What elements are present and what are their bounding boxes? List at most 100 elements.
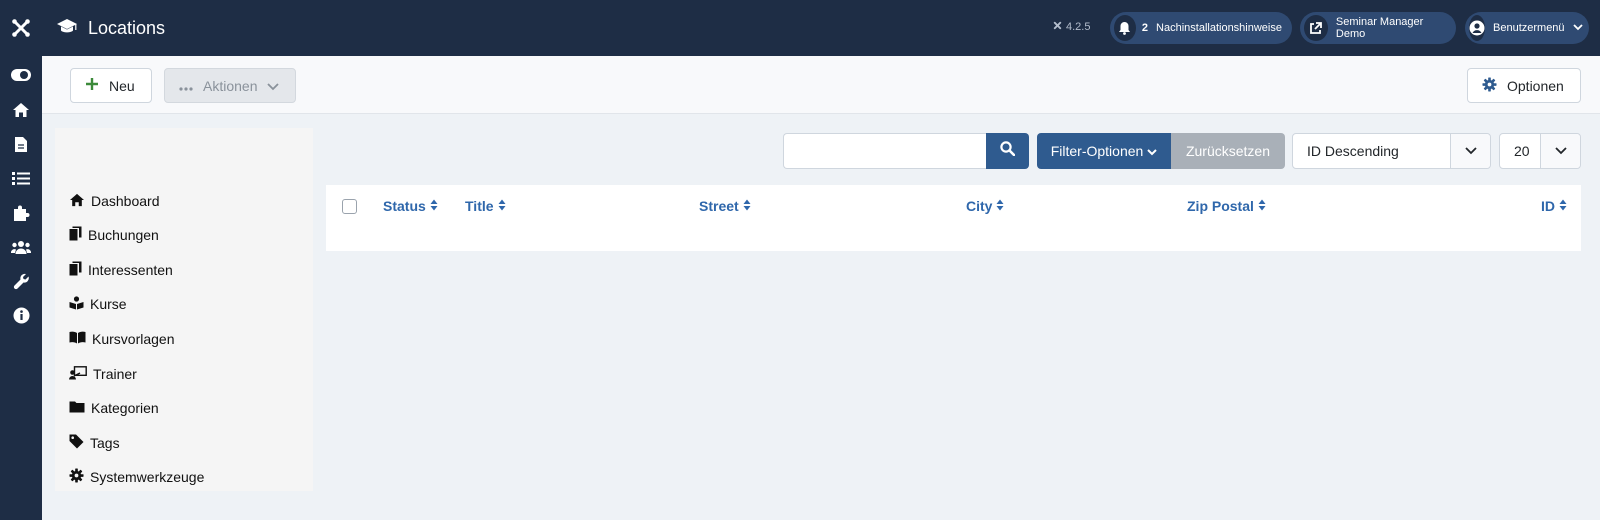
user-menu-label: Benutzermenü — [1493, 22, 1565, 34]
sidebar-item-label: Dashboard — [91, 193, 160, 209]
sort-icon — [430, 198, 438, 214]
search-icon — [1000, 141, 1016, 161]
page-title: Locations — [88, 17, 166, 38]
component-sidebar: Dashboard Buchungen Interessenten Kurse … — [55, 128, 313, 491]
info-icon[interactable] — [0, 298, 42, 332]
sidebar-item-label: Systemwerkzeuge — [90, 469, 205, 485]
home-icon — [69, 193, 85, 210]
sidebar-item-interessenten[interactable]: Interessenten — [69, 258, 173, 282]
column-header-label: ID — [1541, 198, 1555, 214]
bell-icon — [1114, 15, 1136, 41]
select-all-checkbox[interactable] — [342, 199, 357, 214]
chalkboard-teacher-icon — [69, 365, 87, 383]
sidebar-item-label: Buchungen — [88, 227, 159, 243]
sidebar-item-buchungen[interactable]: Buchungen — [69, 223, 159, 247]
external-link-icon — [1304, 15, 1328, 41]
actions-label: Aktionen — [203, 77, 258, 94]
sidebar-item-label: Interessenten — [88, 262, 173, 278]
chevron-down-icon — [1572, 22, 1583, 34]
sidebar-item-label: Kurse — [90, 296, 127, 312]
sidebar-item-label: Kursvorlagen — [92, 331, 175, 347]
chevron-down-icon — [267, 78, 280, 94]
folder-icon — [69, 400, 85, 416]
locations-table: Status Title Street City Zip Postal ID — [326, 185, 1581, 251]
limit-value: 20 — [1514, 143, 1530, 159]
sidebar-item-tags[interactable]: Tags — [69, 431, 120, 455]
wrench-icon[interactable] — [0, 264, 42, 298]
joomla-small-icon — [1052, 20, 1063, 34]
puzzle-icon[interactable] — [0, 196, 42, 230]
column-header-label: Zip Postal — [1187, 198, 1254, 214]
left-rail — [0, 0, 42, 520]
book-open-icon — [69, 331, 86, 347]
list-icon[interactable] — [0, 161, 42, 195]
post-install-label: Nachinstallationshinweise — [1156, 22, 1282, 34]
sidebar-item-kursvorlagen[interactable]: Kursvorlagen — [69, 327, 175, 351]
actions-button[interactable]: Aktionen — [164, 68, 296, 103]
top-header: Locations 4.2.5 2 Nachinstallationshinwe… — [42, 0, 1600, 56]
plus-icon — [85, 77, 99, 94]
sidebar-item-label: Kategorien — [91, 400, 159, 416]
sort-icon — [1559, 198, 1567, 214]
chevron-down-icon — [1450, 134, 1490, 168]
ellipsis-icon — [179, 78, 193, 94]
column-header-zip-postal[interactable]: Zip Postal — [1187, 198, 1266, 214]
options-label: Optionen — [1507, 77, 1564, 94]
tag-icon — [69, 434, 84, 452]
copy-icon — [69, 226, 82, 244]
options-button[interactable]: Optionen — [1467, 68, 1581, 103]
new-button[interactable]: Neu — [70, 68, 152, 103]
copy-icon — [69, 261, 82, 279]
column-header-street[interactable]: Street — [699, 198, 751, 214]
version-info: 4.2.5 — [1052, 20, 1090, 34]
search-input[interactable] — [783, 133, 987, 169]
sort-icon — [743, 198, 751, 214]
book-reader-icon — [69, 295, 84, 313]
toolbar: Neu Aktionen Optionen — [42, 56, 1600, 114]
users-icon[interactable] — [0, 230, 42, 264]
gear-icon — [1482, 76, 1497, 95]
sidebar-item-kategorien[interactable]: Kategorien — [69, 396, 159, 420]
user-circle-icon — [1469, 15, 1485, 41]
sidebar-item-systemwerkzeuge[interactable]: Systemwerkzeuge — [69, 465, 204, 489]
version-text: 4.2.5 — [1066, 21, 1091, 33]
home-icon[interactable] — [0, 93, 42, 127]
sort-icon — [1258, 198, 1266, 214]
toggle-menu-icon[interactable] — [0, 58, 42, 92]
chevron-down-icon — [1147, 143, 1158, 159]
search-button[interactable] — [986, 133, 1029, 169]
list-limit-select[interactable]: 20 — [1499, 133, 1581, 169]
page-title-area: Locations — [56, 0, 165, 56]
column-header-label: Title — [465, 198, 494, 214]
column-header-label: City — [966, 198, 993, 214]
graduation-cap-icon — [56, 18, 78, 39]
filter-options-button[interactable]: Filter-Optionen — [1037, 133, 1171, 169]
column-header-label: Status — [383, 198, 426, 214]
ordering-value: ID Descending — [1307, 143, 1399, 159]
cog-icon — [69, 468, 84, 486]
sidebar-item-label: Trainer — [93, 366, 137, 382]
sort-icon — [498, 198, 506, 214]
reset-button[interactable]: Zurücksetzen — [1171, 133, 1285, 169]
column-header-city[interactable]: City — [966, 198, 1004, 214]
sidebar-item-trainer[interactable]: Trainer — [69, 362, 137, 386]
site-label: Seminar Manager Demo — [1335, 16, 1424, 40]
joomla-logo-icon[interactable] — [0, 0, 42, 56]
user-menu-button[interactable]: Benutzermenü — [1465, 12, 1589, 44]
post-install-messages-button[interactable]: 2 Nachinstallationshinweise — [1110, 12, 1292, 44]
sidebar-item-kurse[interactable]: Kurse — [69, 292, 127, 316]
column-header-label: Street — [699, 198, 739, 214]
ordering-select[interactable]: ID Descending — [1292, 133, 1491, 169]
sort-icon — [996, 198, 1004, 214]
sidebar-item-label: Tags — [90, 435, 120, 451]
notification-count: 2 — [1141, 22, 1149, 34]
sidebar-item-dashboard[interactable]: Dashboard — [69, 189, 160, 213]
filter-options-label: Filter-Optionen — [1050, 143, 1144, 159]
new-label: Neu — [109, 77, 135, 94]
site-link-button[interactable]: Seminar Manager Demo — [1300, 12, 1456, 44]
chevron-down-icon — [1540, 134, 1580, 168]
column-header-status[interactable]: Status — [383, 198, 438, 214]
file-icon[interactable] — [0, 127, 42, 161]
column-header-id[interactable]: ID — [1541, 198, 1567, 214]
column-header-title[interactable]: Title — [465, 198, 506, 214]
